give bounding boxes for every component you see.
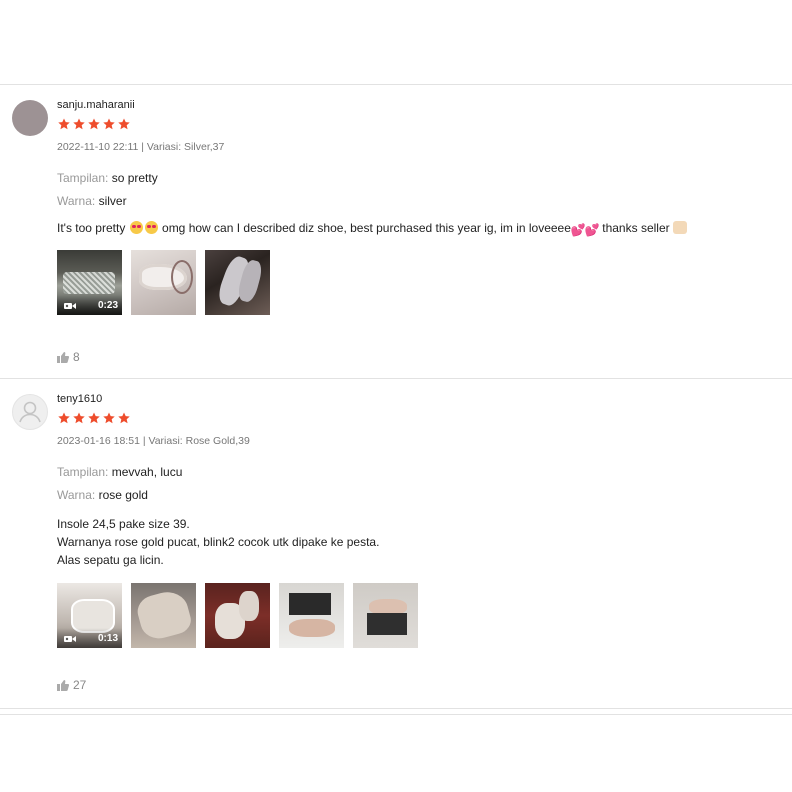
attribute-label: Tampilan: bbox=[57, 171, 109, 185]
attribute-value: mevvah, lucu bbox=[111, 465, 183, 479]
attribute-row: Warna: silver bbox=[57, 194, 772, 208]
star-icon bbox=[88, 412, 100, 424]
attribute-value: rose gold bbox=[98, 488, 148, 502]
review-text-line: Insole 24,5 pake size 39. bbox=[57, 517, 190, 531]
review-content: sanju.maharanii 2022-11-10 22:11 | Varia… bbox=[57, 99, 772, 315]
image-thumbnail[interactable] bbox=[205, 250, 270, 315]
review-text-part: It's too pretty bbox=[57, 221, 126, 235]
review-text: Insole 24,5 pake size 39. Warnanya rose … bbox=[57, 515, 772, 569]
video-camera-icon bbox=[64, 636, 76, 642]
review-text-line: Warnanya rose gold pucat, blink2 cocok u… bbox=[57, 535, 380, 549]
review-item: sanju.maharanii 2022-11-10 22:11 | Varia… bbox=[0, 85, 792, 379]
star-icon bbox=[103, 412, 115, 424]
thumbs-up-icon bbox=[57, 351, 69, 363]
star-icon bbox=[88, 118, 100, 130]
star-icon bbox=[73, 412, 85, 424]
user-icon bbox=[19, 401, 41, 423]
review-meta: 2022-11-10 22:11 | Variasi: Silver,37 bbox=[57, 141, 225, 153]
attribute-row: Tampilan: so pretty bbox=[57, 171, 772, 185]
attribute-label: Warna: bbox=[57, 488, 96, 502]
review-text-line: Alas sepatu ga licin. bbox=[57, 553, 164, 567]
review-meta: 2023-01-16 18:51 | Variasi: Rose Gold,39 bbox=[57, 435, 250, 447]
avatar[interactable] bbox=[12, 394, 48, 430]
review-media: 0:13 bbox=[57, 583, 772, 648]
star-icon bbox=[118, 118, 130, 130]
review-media: 0:23 bbox=[57, 250, 772, 315]
review-content: teny1610 2023-01-16 18:51 | Variasi: Ros… bbox=[57, 393, 772, 648]
thumbs-up-icon bbox=[57, 679, 69, 691]
review-text: It's too pretty omg how can I described … bbox=[57, 219, 772, 237]
attribute-label: Warna: bbox=[57, 194, 96, 208]
image-thumbnail[interactable] bbox=[279, 583, 344, 648]
star-icon bbox=[58, 412, 70, 424]
attribute-row: Warna: rose gold bbox=[57, 488, 772, 502]
star-icon bbox=[73, 118, 85, 130]
video-duration: 0:23 bbox=[97, 300, 118, 311]
review-item: teny1610 2023-01-16 18:51 | Variasi: Ros… bbox=[0, 379, 792, 709]
thumbs-up-emoji-icon bbox=[672, 221, 687, 234]
video-thumbnail[interactable]: 0:13 bbox=[57, 583, 122, 648]
attribute-value: silver bbox=[98, 194, 127, 208]
heart-eyes-emoji-icon bbox=[129, 221, 143, 234]
like-button[interactable]: 27 bbox=[57, 678, 86, 692]
like-count: 8 bbox=[73, 350, 80, 364]
attribute-row: Tampilan: mevvah, lucu bbox=[57, 465, 772, 479]
star-icon bbox=[103, 118, 115, 130]
video-duration: 0:13 bbox=[97, 633, 118, 644]
video-thumbnail[interactable]: 0:23 bbox=[57, 250, 122, 315]
image-thumbnail[interactable] bbox=[131, 583, 196, 648]
like-button[interactable]: 8 bbox=[57, 350, 80, 364]
username[interactable]: sanju.maharanii bbox=[57, 99, 772, 112]
like-count: 27 bbox=[73, 678, 87, 692]
star-rating bbox=[57, 411, 772, 425]
heart-eyes-emoji-icon bbox=[144, 221, 158, 234]
review-text-part: omg how can I described diz shoe, best p… bbox=[162, 221, 571, 235]
image-thumbnail[interactable] bbox=[205, 583, 270, 648]
top-bar bbox=[0, 0, 792, 85]
video-camera-icon bbox=[64, 303, 76, 309]
star-icon bbox=[118, 412, 130, 424]
image-thumbnail[interactable] bbox=[353, 583, 418, 648]
review-text-part: thanks seller bbox=[602, 221, 670, 235]
star-icon bbox=[58, 118, 70, 130]
attribute-label: Tampilan: bbox=[57, 465, 109, 479]
two-hearts-emoji-icon: 💕 bbox=[584, 223, 600, 237]
image-thumbnail[interactable] bbox=[131, 250, 196, 315]
two-hearts-emoji-icon: 💕 bbox=[570, 223, 586, 237]
attribute-value: so pretty bbox=[111, 171, 158, 185]
divider bbox=[0, 714, 792, 715]
avatar[interactable] bbox=[12, 100, 48, 136]
star-rating bbox=[57, 117, 772, 131]
username[interactable]: teny1610 bbox=[57, 393, 772, 406]
